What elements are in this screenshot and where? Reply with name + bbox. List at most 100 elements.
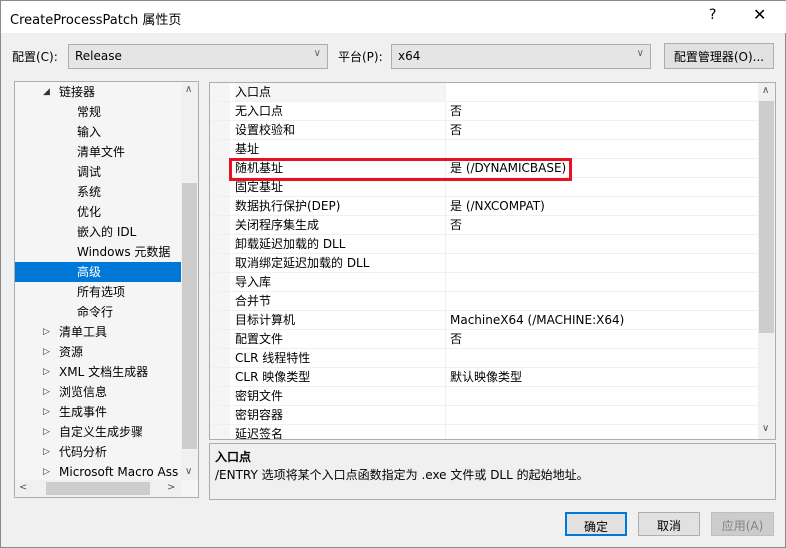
property-value[interactable]: 默认映像类型 xyxy=(450,368,522,386)
tree-item[interactable]: 输入 xyxy=(15,122,181,142)
tree-item-label: 调试 xyxy=(77,165,102,179)
tree-item-label: 代码分析 xyxy=(59,445,108,459)
tree-item-label: 自定义生成步骤 xyxy=(59,425,144,439)
description-title: 入口点 xyxy=(215,450,252,464)
scrollbar-thumb[interactable] xyxy=(759,101,774,333)
property-value[interactable]: MachineX64 (/MACHINE:X64) xyxy=(450,311,624,329)
property-row[interactable]: 入口点 xyxy=(210,83,758,102)
apply-button[interactable]: 应用(A) xyxy=(711,512,774,536)
property-grid[interactable]: 入口点 无入口点否设置校验和否基址 随机基址是 (/DYNAMICBASE) 固定基址… xyxy=(209,82,776,440)
property-row[interactable]: 密钥容器 xyxy=(210,406,758,425)
property-name: 目标计算机 xyxy=(235,311,446,329)
expand-icon[interactable]: ▷ xyxy=(43,442,50,462)
property-name: 基址 xyxy=(235,140,446,158)
scroll-down-icon[interactable]: ∨ xyxy=(185,466,192,477)
property-row[interactable]: CLR 映像类型 默认映像类型 xyxy=(210,368,758,387)
tree-item[interactable]: ▷ 浏览信息 xyxy=(15,382,181,402)
property-name: 密钥容器 xyxy=(235,406,446,424)
row-margin xyxy=(210,254,230,272)
category-tree[interactable]: ◢ 链接器常规输入清单文件调试系统优化嵌入的 IDL Windows 元数据高级 所有… xyxy=(14,81,199,498)
tree-item[interactable]: 常规 xyxy=(15,102,181,122)
tree-item[interactable]: ▷ 生成事件 xyxy=(15,402,181,422)
tree-item[interactable]: 调试 xyxy=(15,162,181,182)
tree-item-label: 常规 xyxy=(77,105,102,119)
config-manager-button[interactable]: 配置管理器(O)... xyxy=(664,43,774,69)
expand-icon[interactable]: ▷ xyxy=(43,422,50,442)
property-row[interactable]: 关闭程序集生成否 xyxy=(210,216,758,235)
property-value[interactable]: 否 xyxy=(450,102,462,120)
tree-item[interactable]: 所有选项 xyxy=(15,282,181,302)
close-icon[interactable]: ✕ xyxy=(753,5,766,24)
property-row[interactable]: 基址 xyxy=(210,140,758,159)
property-value[interactable]: 是 (/NXCOMPAT) xyxy=(450,197,545,215)
cancel-button[interactable]: 取消 xyxy=(638,512,700,536)
tree-item[interactable]: ▷ Microsoft Macro Ass xyxy=(15,462,181,482)
property-row[interactable]: 目标计算机 MachineX64 (/MACHINE:X64) xyxy=(210,311,758,330)
tree-item-label: 命令行 xyxy=(77,305,114,319)
property-name: 延迟签名 xyxy=(235,425,446,439)
tree-item-label: 优化 xyxy=(77,205,102,219)
property-value[interactable]: 否 xyxy=(450,121,462,139)
tree-item-label: Windows 元数据 xyxy=(77,245,171,259)
property-value[interactable]: 否 xyxy=(450,330,462,348)
expand-icon[interactable]: ▷ xyxy=(43,342,50,362)
scroll-left-icon[interactable]: < xyxy=(19,482,27,493)
collapse-icon[interactable]: ◢ xyxy=(43,82,50,102)
scroll-right-icon[interactable]: > xyxy=(167,482,175,493)
expand-icon[interactable]: ▷ xyxy=(43,402,50,422)
property-row[interactable]: 数据执行保护(DEP) 是 (/NXCOMPAT) xyxy=(210,197,758,216)
platform-select[interactable]: x64 ∨ xyxy=(391,44,651,69)
property-name: 卸载延迟加载的 DLL xyxy=(235,235,446,253)
tree-item[interactable]: ▷ 代码分析 xyxy=(15,442,181,462)
expand-icon[interactable]: ▷ xyxy=(43,322,50,342)
scrollbar-thumb[interactable] xyxy=(46,482,150,495)
expand-icon[interactable]: ▷ xyxy=(43,362,50,382)
row-margin xyxy=(210,368,230,386)
tree-item-label: 输入 xyxy=(77,125,102,139)
title-bar: CreateProcessPatch 属性页 ? ✕ xyxy=(1,1,786,33)
row-margin xyxy=(210,102,230,120)
config-select[interactable]: Release ∨ xyxy=(68,44,328,69)
scroll-down-icon[interactable]: ∨ xyxy=(762,423,769,434)
tree-item[interactable]: ▷ 自定义生成步骤 xyxy=(15,422,181,442)
config-label: 配置(C): xyxy=(12,50,58,64)
property-row[interactable]: 密钥文件 xyxy=(210,387,758,406)
scrollbar-thumb[interactable] xyxy=(182,183,197,449)
expand-icon[interactable]: ▷ xyxy=(43,462,50,482)
property-row[interactable]: 卸载延迟加载的 DLL xyxy=(210,235,758,254)
property-row[interactable]: 取消绑定延迟加载的 DLL xyxy=(210,254,758,273)
expand-icon[interactable]: ▷ xyxy=(43,382,50,402)
chevron-down-icon: ∨ xyxy=(636,48,644,59)
property-row[interactable]: CLR 线程特性 xyxy=(210,349,758,368)
property-row[interactable]: 合并节 xyxy=(210,292,758,311)
property-row[interactable]: 设置校验和否 xyxy=(210,121,758,140)
tree-item-label: XML 文档生成器 xyxy=(59,365,149,379)
property-name: 配置文件 xyxy=(235,330,446,348)
tree-item[interactable]: ◢ 链接器 xyxy=(15,82,181,102)
tree-item[interactable]: ▷ 清单工具 xyxy=(15,322,181,342)
row-margin xyxy=(210,83,230,101)
tree-item-label: 系统 xyxy=(77,185,102,199)
tree-item[interactable]: 清单文件 xyxy=(15,142,181,162)
tree-item-label: 浏览信息 xyxy=(59,385,108,399)
scroll-up-icon[interactable]: ∧ xyxy=(185,84,192,95)
config-value: Release xyxy=(75,49,122,63)
tree-item[interactable]: 优化 xyxy=(15,202,181,222)
tree-item[interactable]: 系统 xyxy=(15,182,181,202)
row-margin xyxy=(210,235,230,253)
tree-item[interactable]: ▷ 资源 xyxy=(15,342,181,362)
ok-button[interactable]: 确定 xyxy=(565,512,627,536)
tree-item[interactable]: 嵌入的 IDL xyxy=(15,222,181,242)
property-row[interactable]: 无入口点否 xyxy=(210,102,758,121)
property-row[interactable]: 导入库 xyxy=(210,273,758,292)
tree-item[interactable]: 高级 xyxy=(15,262,181,282)
tree-item[interactable]: 命令行 xyxy=(15,302,181,322)
help-icon[interactable]: ? xyxy=(709,7,716,23)
scroll-up-icon[interactable]: ∧ xyxy=(762,85,769,96)
tree-item[interactable]: ▷ XML 文档生成器 xyxy=(15,362,181,382)
property-row[interactable]: 配置文件否 xyxy=(210,330,758,349)
property-row[interactable]: 延迟签名 xyxy=(210,425,758,439)
row-margin xyxy=(210,311,230,329)
tree-item[interactable]: Windows 元数据 xyxy=(15,242,181,262)
property-value[interactable]: 否 xyxy=(450,216,462,234)
